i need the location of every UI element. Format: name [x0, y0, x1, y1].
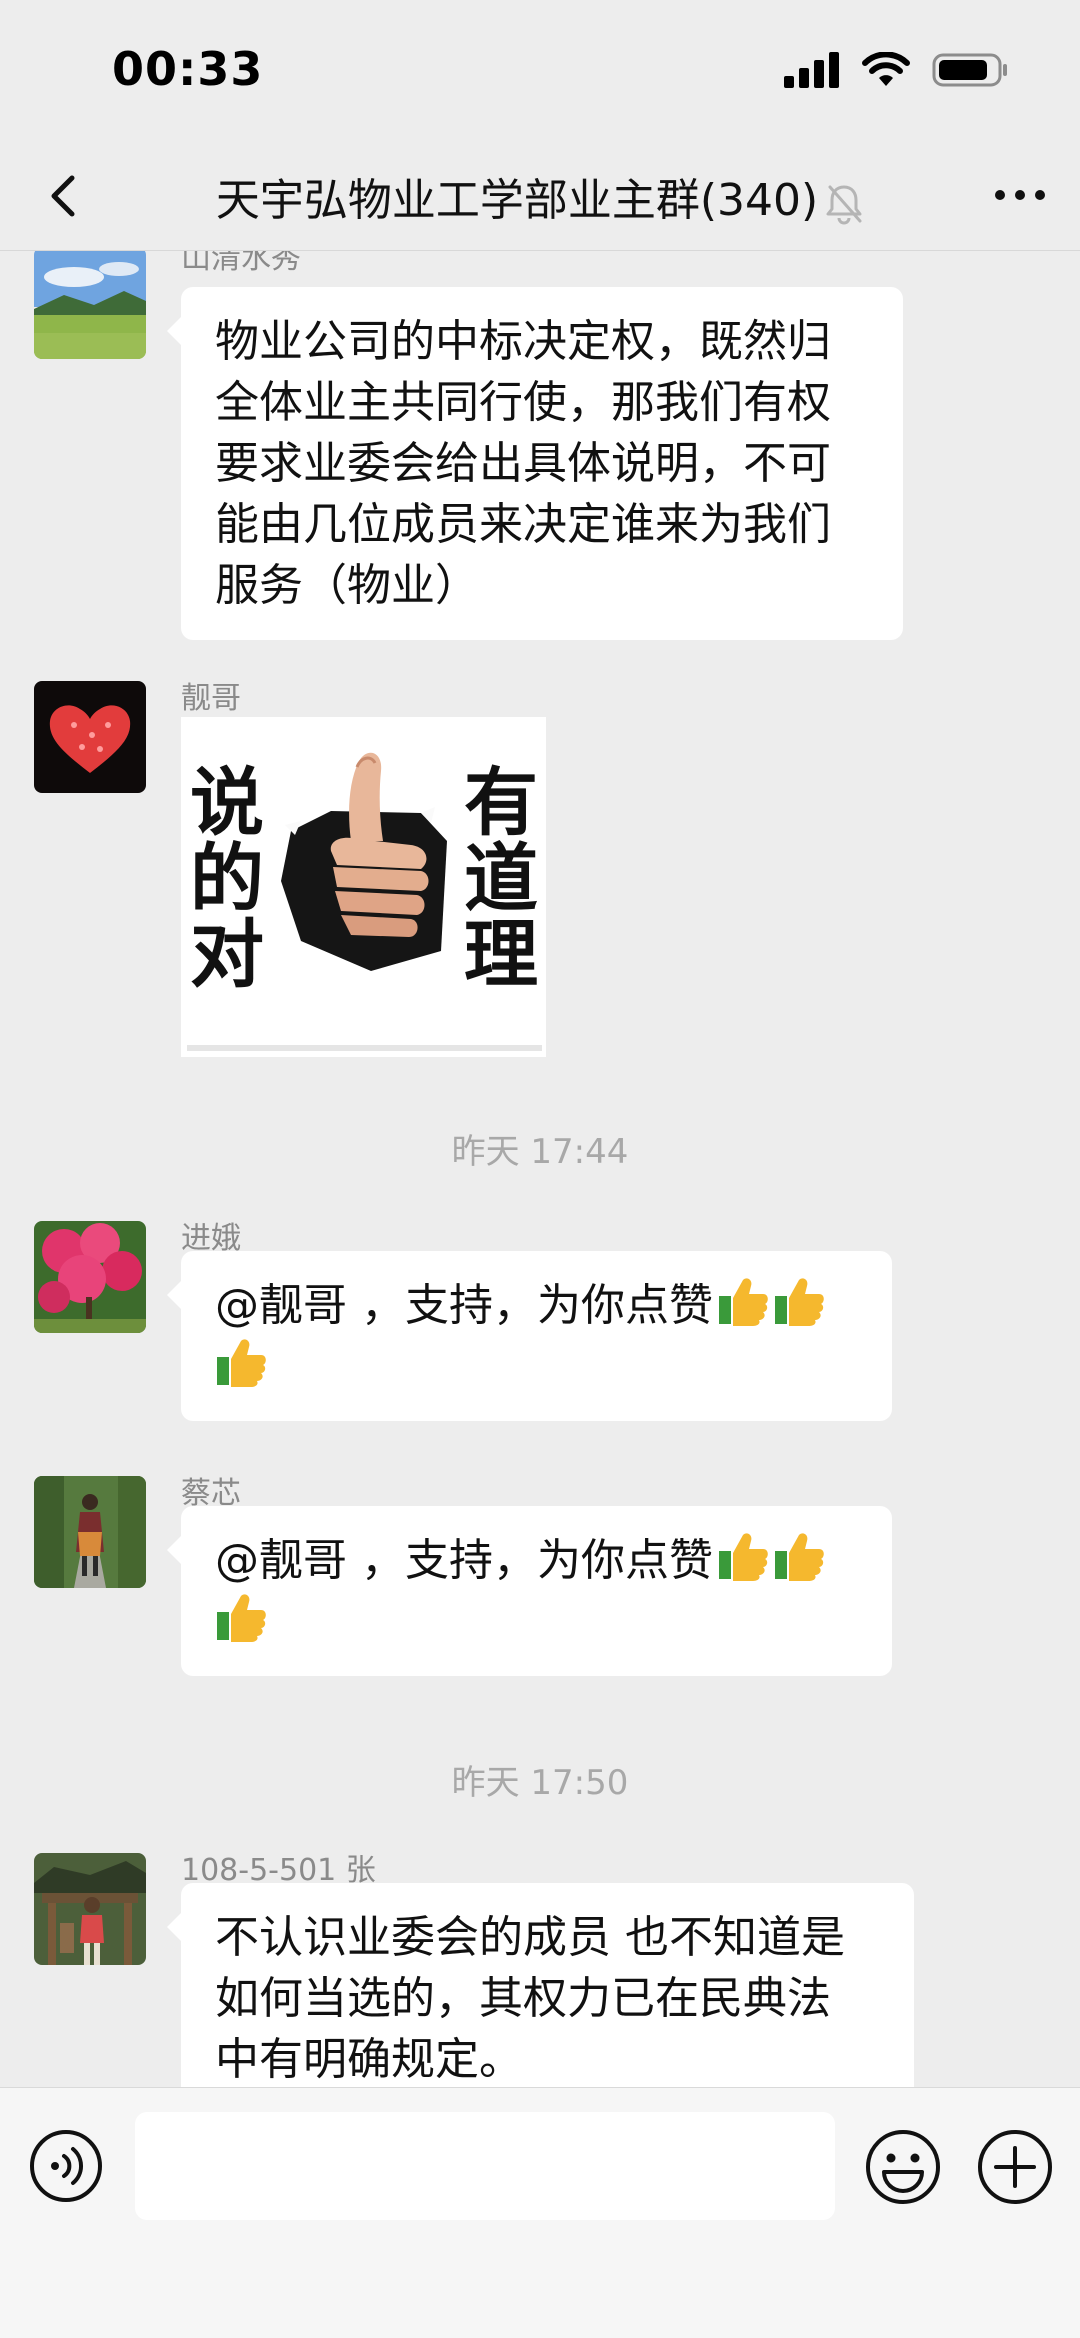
- message-text: @靓哥 ，支持，为你点赞: [215, 1280, 713, 1331]
- message-input[interactable]: [135, 2112, 835, 2220]
- message-bubble[interactable]: 不认识业委会的成员 也不知道是 如何当选的，其权力已在民典法 中有明确规定。: [167, 1883, 914, 2087]
- thumbs-up-graphic: [281, 752, 447, 971]
- signal-icon: [784, 52, 839, 88]
- sticker-right-text: 有 道 理: [464, 760, 538, 998]
- nav-bar: 天宇弘物业工学部业主群(340): [0, 140, 1080, 251]
- chat-area[interactable]: 山清水秀 物业公司的中标决定权，既然归 全体业主共同行使，那我们有权 要求业委会…: [0, 251, 1080, 2087]
- thumbs-up-emoji-icon: [775, 1278, 824, 1326]
- message-line: 如何当选的，其权力已在民典法: [215, 1973, 831, 2024]
- chat-title: 天宇弘物业工学部业主群(340): [0, 164, 1080, 228]
- message-line: 能由几位成员来决定谁来为我们: [215, 499, 831, 550]
- thumbs-up-emoji-icon: [217, 1339, 266, 1387]
- bell-off-icon: [826, 185, 862, 225]
- avatar[interactable]: [34, 1221, 146, 1333]
- message-bubble[interactable]: @靓哥 ，支持，为你点赞: [167, 1251, 892, 1421]
- input-bar: [0, 2087, 1080, 2338]
- timestamp: 昨天 17:44: [451, 1132, 629, 1172]
- message-bubble[interactable]: @靓哥 ，支持，为你点赞: [167, 1506, 892, 1676]
- status-bar: 00:33: [0, 0, 1080, 140]
- sender-name: 山清水秀: [181, 251, 301, 276]
- message-bubble[interactable]: 物业公司的中标决定权，既然归 全体业主共同行使，那我们有权 要求业委会给出具体说…: [167, 287, 903, 640]
- message-line: 服务（物业）: [215, 560, 479, 611]
- thumbs-up-emoji-icon: [775, 1533, 824, 1581]
- wifi-icon: [862, 52, 910, 86]
- avatar[interactable]: [34, 1476, 146, 1588]
- thumbs-up-emoji-icon: [217, 1594, 266, 1642]
- message-line: 要求业委会给出具体说明，不可: [215, 438, 831, 489]
- battery-icon: [932, 53, 1007, 87]
- status-icons: [784, 52, 1008, 88]
- more-icon[interactable]: [990, 170, 1050, 220]
- thumbs-up-emoji-icon: [719, 1278, 768, 1326]
- message-line: 中有明确规定。: [215, 2034, 523, 2085]
- sender-name: 靓哥: [181, 681, 241, 716]
- voice-icon[interactable]: [28, 2128, 104, 2204]
- thumbs-up-emoji-icon: [719, 1533, 768, 1581]
- message-line: 物业公司的中标决定权，既然归: [215, 316, 831, 367]
- chat-title-text: 天宇弘物业工学部业主群(340): [215, 175, 819, 226]
- avatar[interactable]: [34, 1853, 146, 1965]
- sticker-left-text: 说 的 对: [190, 760, 264, 998]
- message-line: 不认识业委会的成员 也不知道是: [215, 1912, 845, 1963]
- avatar[interactable]: [34, 251, 146, 359]
- sticker-watermark: [187, 1045, 542, 1051]
- sticker-image[interactable]: 说 的 对 有 道 理: [181, 717, 546, 1057]
- avatar[interactable]: [34, 681, 146, 793]
- status-time: 00:33: [112, 42, 264, 96]
- plus-icon[interactable]: [976, 2128, 1054, 2206]
- message-line: 全体业主共同行使，那我们有权: [215, 377, 831, 428]
- message-text: @靓哥 ，支持，为你点赞: [215, 1535, 713, 1586]
- timestamp: 昨天 17:50: [451, 1763, 629, 1803]
- emoji-icon[interactable]: [864, 2128, 942, 2206]
